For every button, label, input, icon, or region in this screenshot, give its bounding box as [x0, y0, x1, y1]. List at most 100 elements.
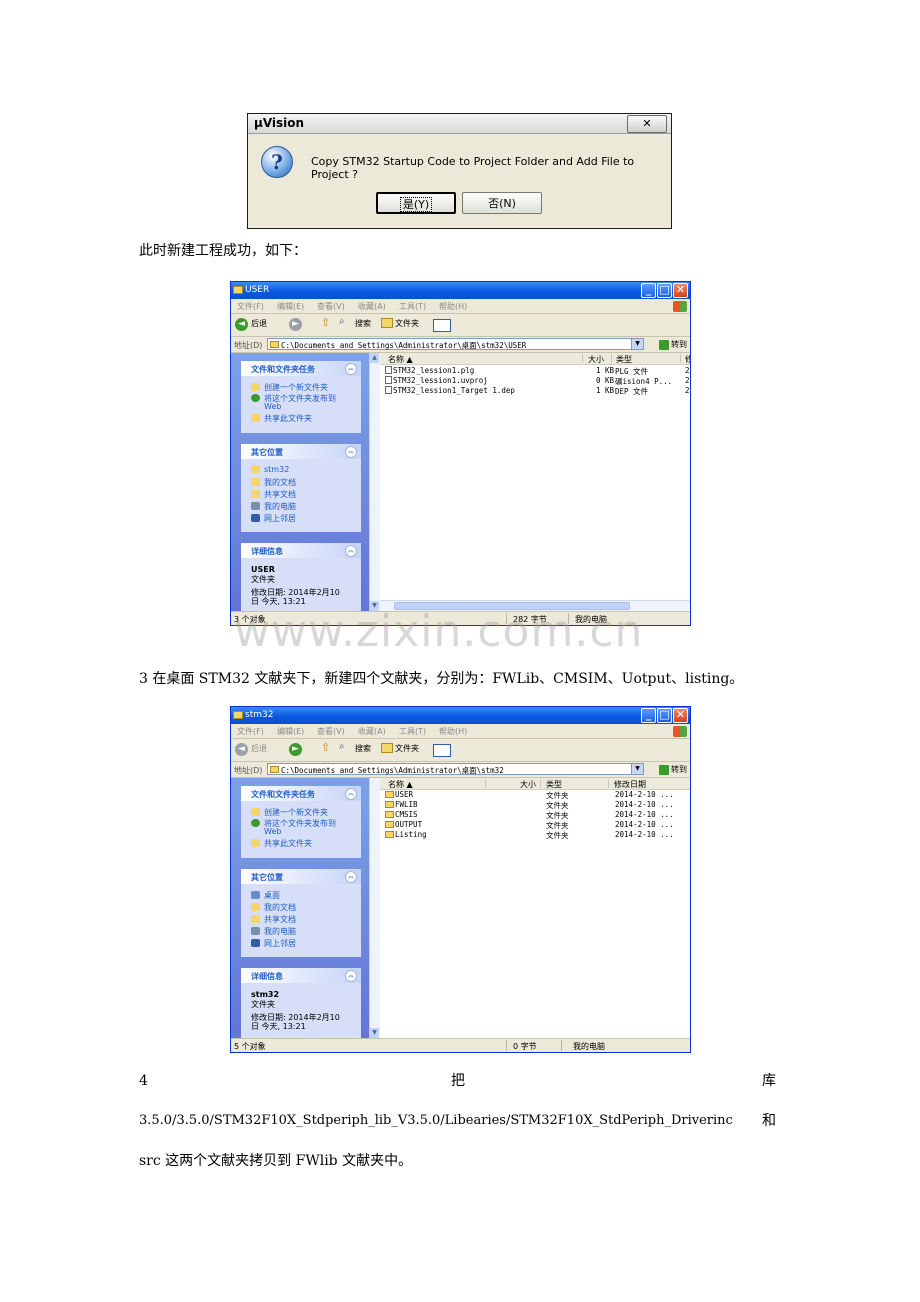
place-label: stm32	[264, 465, 290, 474]
minimize-button[interactable]: _	[641, 283, 656, 298]
yes-button[interactable]: 是(Y)	[376, 192, 456, 214]
folder-up-icon[interactable]: ⇧	[321, 741, 330, 754]
folder-row[interactable]: CMSIS	[385, 810, 418, 819]
place-label: 共享文档	[264, 915, 296, 924]
share-folder-icon	[251, 839, 260, 847]
place-item[interactable]: 我的文档	[251, 477, 296, 488]
no-button[interactable]: 否(N)	[462, 192, 542, 214]
place-item[interactable]: 网上邻居	[251, 938, 296, 949]
search-button-label[interactable]: 搜索	[355, 318, 371, 329]
minimize-button[interactable]: _	[641, 708, 656, 723]
go-button[interactable]: 转到	[659, 339, 687, 350]
column-size[interactable]: 大小	[588, 354, 604, 365]
collapse-icon[interactable]: ︽	[345, 871, 357, 883]
column-name[interactable]: 名称 ▲	[388, 354, 413, 365]
place-item[interactable]: 共享文档	[251, 489, 296, 500]
collapse-icon[interactable]: ︽	[345, 788, 357, 800]
menu-help[interactable]: 帮助(H)	[439, 301, 467, 312]
menu-file[interactable]: 文件(F)	[237, 301, 264, 312]
column-date[interactable]: 修	[685, 354, 690, 365]
folder-row[interactable]: OUTPUT	[385, 820, 422, 829]
address-input[interactable]: C:\Documents and Settings\Administrator\…	[267, 338, 644, 350]
status-count: 5 个对象	[234, 1042, 266, 1051]
dialog-title: μVision	[254, 116, 305, 130]
task-new-folder[interactable]: 创建一个新文件夹	[251, 382, 328, 393]
file-row[interactable]: STM32_lession1_Target 1.dep	[385, 386, 515, 395]
scroll-down-icon[interactable]: ▼	[370, 1028, 379, 1038]
close-button[interactable]: ✕	[627, 115, 667, 133]
menu-file[interactable]: 文件(F)	[237, 726, 264, 737]
file-name: STM32_lession1.plg	[393, 366, 475, 375]
task-publish-web-line2[interactable]: Web	[264, 402, 281, 411]
menu-edit[interactable]: 编辑(E)	[277, 726, 304, 737]
place-item[interactable]: 桌面	[251, 890, 280, 901]
place-item[interactable]: 网上邻居	[251, 513, 296, 524]
folder-date: 2014-2-10 ...	[615, 830, 674, 839]
views-icon[interactable]	[433, 744, 451, 757]
file-size: 1 KB	[596, 366, 615, 375]
maximize-button[interactable]: □	[657, 708, 672, 723]
place-item[interactable]: 我的电脑	[251, 501, 296, 512]
task-publish-web-line2[interactable]: Web	[264, 827, 281, 836]
task-share-folder[interactable]: 共享此文件夹	[251, 838, 312, 849]
back-button-label[interactable]: 后退	[251, 743, 267, 754]
back-arrow-icon[interactable]: ◄	[235, 318, 248, 331]
collapse-icon[interactable]: ︽	[345, 970, 357, 982]
menu-tools[interactable]: 工具(T)	[399, 301, 426, 312]
views-icon[interactable]	[433, 319, 451, 332]
file-row[interactable]: STM32_lession1.plg	[385, 366, 474, 375]
menu-view[interactable]: 查看(V)	[317, 301, 345, 312]
back-button-label[interactable]: 后退	[251, 318, 267, 329]
column-name[interactable]: 名称 ▲	[388, 779, 413, 790]
menu-edit[interactable]: 编辑(E)	[277, 301, 304, 312]
place-label: 我的文档	[264, 903, 296, 912]
folder-up-icon[interactable]: ⇧	[321, 316, 330, 329]
collapse-icon[interactable]: ︽	[345, 446, 357, 458]
window-titlebar: stm32 _ □ ✕	[231, 707, 690, 724]
folders-button-label[interactable]: 文件夹	[395, 743, 419, 754]
folder-row[interactable]: Listing	[385, 830, 427, 839]
maximize-button[interactable]: □	[657, 283, 672, 298]
folders-button-label[interactable]: 文件夹	[395, 318, 419, 329]
folder-row[interactable]: USER	[385, 790, 413, 799]
go-button-label: 转到	[671, 340, 687, 349]
column-date[interactable]: 修改日期	[614, 779, 646, 790]
task-pane-scrollbar[interactable]: ▼	[369, 778, 380, 1038]
place-item[interactable]: 共享文档	[251, 914, 296, 925]
address-input[interactable]: C:\Documents and Settings\Administrator\…	[267, 763, 644, 775]
collapse-icon[interactable]: ︽	[345, 545, 357, 557]
menu-tools[interactable]: 工具(T)	[399, 726, 426, 737]
collapse-icon[interactable]: ︽	[345, 363, 357, 375]
details-panel-title: 详细信息	[251, 547, 283, 556]
back-arrow-icon[interactable]: ◄	[235, 743, 248, 756]
place-item[interactable]: stm32	[251, 465, 289, 474]
chevron-down-icon[interactable]: ▼	[631, 339, 643, 349]
menu-favorites[interactable]: 收藏(A)	[358, 726, 386, 737]
place-label: 网上邻居	[264, 514, 296, 523]
place-item[interactable]: 我的电脑	[251, 926, 296, 937]
close-button[interactable]: ✕	[673, 708, 688, 723]
column-type[interactable]: 类型	[616, 354, 632, 365]
address-label: 地址(D)	[234, 766, 263, 775]
scroll-up-icon[interactable]: ▲	[370, 353, 379, 363]
search-icon: ⌕	[339, 741, 345, 752]
task-pane-scrollbar[interactable]: ▲ ▼	[369, 353, 380, 611]
go-arrow-icon	[659, 339, 669, 350]
chevron-down-icon[interactable]: ▼	[631, 764, 643, 774]
menu-help[interactable]: 帮助(H)	[439, 726, 467, 737]
forward-arrow-icon[interactable]: ►	[289, 318, 302, 331]
menu-bar: 文件(F) 编辑(E) 查看(V) 收藏(A) 工具(T) 帮助(H)	[231, 299, 690, 314]
forward-arrow-icon[interactable]: ►	[289, 743, 302, 756]
task-share-folder[interactable]: 共享此文件夹	[251, 413, 312, 424]
file-row[interactable]: STM32_lession1.uvproj	[385, 376, 488, 385]
search-button-label[interactable]: 搜索	[355, 743, 371, 754]
go-button[interactable]: 转到	[659, 764, 687, 775]
folder-row[interactable]: FWLIB	[385, 800, 418, 809]
close-button[interactable]: ✕	[673, 283, 688, 298]
menu-view[interactable]: 查看(V)	[317, 726, 345, 737]
column-size[interactable]: 大小	[520, 779, 536, 790]
column-type[interactable]: 类型	[546, 779, 562, 790]
task-new-folder[interactable]: 创建一个新文件夹	[251, 807, 328, 818]
place-item[interactable]: 我的文档	[251, 902, 296, 913]
menu-favorites[interactable]: 收藏(A)	[358, 301, 386, 312]
